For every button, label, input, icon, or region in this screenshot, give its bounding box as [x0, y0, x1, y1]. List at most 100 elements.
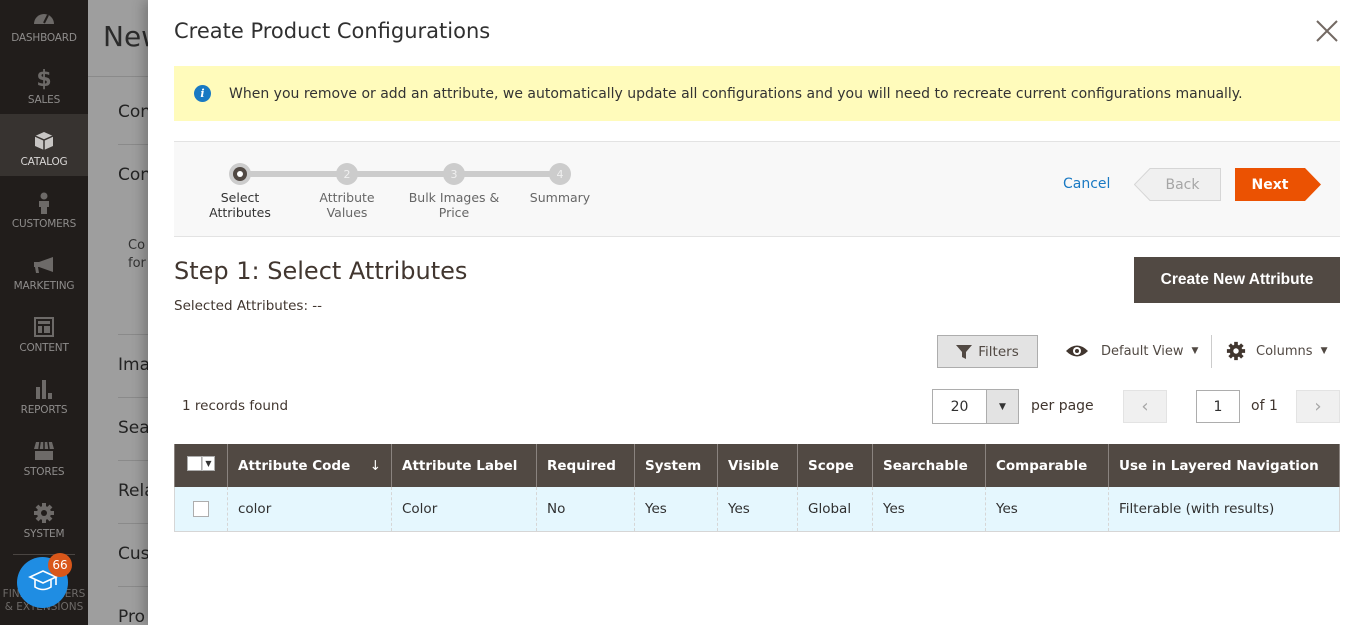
column-header-attribute-code[interactable]: Attribute Code ↓: [227, 444, 392, 487]
previous-page-button[interactable]: ‹: [1123, 390, 1167, 423]
sidebar-item-content[interactable]: Content: [0, 300, 88, 362]
chevron-left-icon: ‹: [1141, 396, 1149, 417]
divider: [118, 586, 148, 587]
gear-icon: [1226, 341, 1246, 361]
cell-required: No: [536, 487, 635, 532]
wizard-steps: Select Attributes 2 Attribute Values 3 Bul…: [174, 141, 1340, 237]
cell-attribute-code: color: [227, 487, 392, 532]
sidebar-item-marketing[interactable]: Marketing: [0, 238, 88, 300]
back-label: Back: [1165, 176, 1200, 193]
sidebar-item-sales[interactable]: $ Sales: [0, 52, 88, 114]
mass-select-control[interactable]: ▼: [187, 456, 215, 471]
cell-layered-navigation: Filterable (with results): [1108, 487, 1340, 532]
section-heading: Ima: [118, 355, 148, 375]
layout-icon: [33, 316, 55, 338]
sidebar-item-catalog[interactable]: Catalog: [0, 114, 88, 176]
attributes-grid: ▼ Attribute Code ↓ Attribute Label Requir…: [174, 444, 1340, 532]
section-heading: Cus: [118, 544, 148, 564]
divider: [118, 523, 148, 524]
notice-text: When you remove or add an attribute, we …: [229, 85, 1243, 102]
cell-scope: Global: [797, 487, 873, 532]
columns-label: Columns: [1256, 343, 1313, 359]
sidebar-item-dashboard[interactable]: Dashboard: [0, 0, 88, 52]
column-header-attribute-label[interactable]: Attribute Label: [391, 444, 537, 487]
background-page: New Con Con Co for Ima Sea Rela Cus Pro: [88, 0, 148, 625]
wizard-step-select-attributes[interactable]: Select Attributes: [185, 163, 295, 220]
sidebar-label: Dashboard: [11, 32, 77, 44]
column-header-layered-navigation[interactable]: Use in Layered Navigation: [1108, 444, 1340, 487]
chevron-down-icon[interactable]: ▼: [202, 456, 215, 471]
wizard-step-bulk-images-price[interactable]: 3 Bulk Images & Price: [399, 163, 509, 220]
column-header-searchable[interactable]: Searchable: [872, 444, 986, 487]
section-heading: Pro: [118, 607, 145, 625]
sidebar-label: Catalog: [20, 156, 68, 168]
column-header-system[interactable]: System: [634, 444, 718, 487]
create-new-attribute-button[interactable]: Create New Attribute: [1134, 257, 1340, 303]
total-pages-label: of 1: [1251, 398, 1278, 414]
column-header-comparable[interactable]: Comparable: [985, 444, 1109, 487]
page-number-input[interactable]: 1: [1196, 390, 1240, 423]
sidebar-item-system[interactable]: System: [0, 486, 88, 548]
sidebar-label: Stores: [23, 466, 65, 478]
wizard-step-attribute-values[interactable]: 2 Attribute Values: [292, 163, 402, 220]
table-row[interactable]: color Color No Yes Yes Global Yes Yes Fi…: [174, 487, 1340, 532]
toolbar-divider: [1211, 335, 1212, 368]
bar-chart-icon: [33, 378, 55, 400]
sidebar-item-stores[interactable]: Stores: [0, 424, 88, 486]
admin-sidebar: Dashboard $ Sales Catalog Customers Mark…: [0, 0, 88, 625]
section-text: Co: [128, 238, 146, 253]
dashboard-icon: [33, 6, 55, 28]
sidebar-label: Marketing: [13, 280, 75, 292]
wizard-step-summary[interactable]: 4 Summary: [505, 163, 615, 205]
step-label: Attribute: [319, 190, 375, 205]
cell-searchable: Yes: [872, 487, 986, 532]
back-button[interactable]: Back: [1134, 168, 1221, 201]
sidebar-label: Reports: [20, 404, 68, 416]
cell-visible: Yes: [717, 487, 798, 532]
row-checkbox[interactable]: [193, 500, 209, 517]
chevron-down-icon: ▼: [1191, 346, 1199, 356]
sidebar-label: Sales: [27, 94, 61, 106]
view-selector[interactable]: Default View ▼: [1065, 340, 1198, 362]
filters-label: Filters: [978, 343, 1019, 360]
chevron-right-icon: ›: [1314, 396, 1322, 417]
section-heading: Sea: [118, 418, 148, 438]
divider: [118, 144, 148, 145]
storefront-icon: [33, 440, 55, 462]
sidebar-item-reports[interactable]: Reports: [0, 362, 88, 424]
close-button[interactable]: [1314, 18, 1340, 44]
step-label: Bulk Images &: [408, 190, 500, 205]
sidebar-label: Customers: [11, 218, 77, 230]
filters-button[interactable]: Filters: [937, 335, 1038, 368]
page-title: New: [103, 20, 148, 53]
section-heading: Rela: [118, 481, 148, 501]
gear-icon: [33, 502, 55, 524]
step-label: Price: [438, 205, 470, 220]
box-icon: [33, 130, 55, 152]
column-header-visible[interactable]: Visible: [717, 444, 798, 487]
records-count: 1 records found: [182, 398, 289, 414]
step-title: Step 1: Select Attributes: [174, 257, 468, 285]
next-page-button[interactable]: ›: [1296, 390, 1340, 423]
sidebar-label: System: [23, 528, 65, 540]
column-label: Attribute Code: [238, 457, 351, 474]
column-header-required[interactable]: Required: [536, 444, 635, 487]
per-page-select[interactable]: 20 ▼: [932, 389, 1019, 424]
step-indicator: 2: [336, 163, 358, 185]
columns-selector[interactable]: Columns ▼: [1226, 340, 1327, 362]
next-label: Next: [1251, 176, 1289, 193]
column-header-scope[interactable]: Scope: [797, 444, 873, 487]
section-heading: Con: [118, 165, 148, 185]
step-indicator: 3: [443, 163, 465, 185]
filter-icon: [956, 344, 973, 359]
sidebar-item-customers[interactable]: Customers: [0, 176, 88, 238]
chevron-down-icon[interactable]: ▼: [986, 390, 1018, 423]
step-indicator: 4: [549, 163, 571, 185]
modal-title: Create Product Configurations: [174, 19, 491, 43]
sort-arrow-icon: ↓: [369, 457, 381, 474]
cancel-button[interactable]: Cancel: [1063, 176, 1110, 192]
info-icon: i: [194, 85, 211, 102]
next-button[interactable]: Next: [1235, 168, 1321, 201]
view-label: Default View: [1101, 343, 1184, 359]
select-all-checkbox[interactable]: [187, 456, 202, 471]
